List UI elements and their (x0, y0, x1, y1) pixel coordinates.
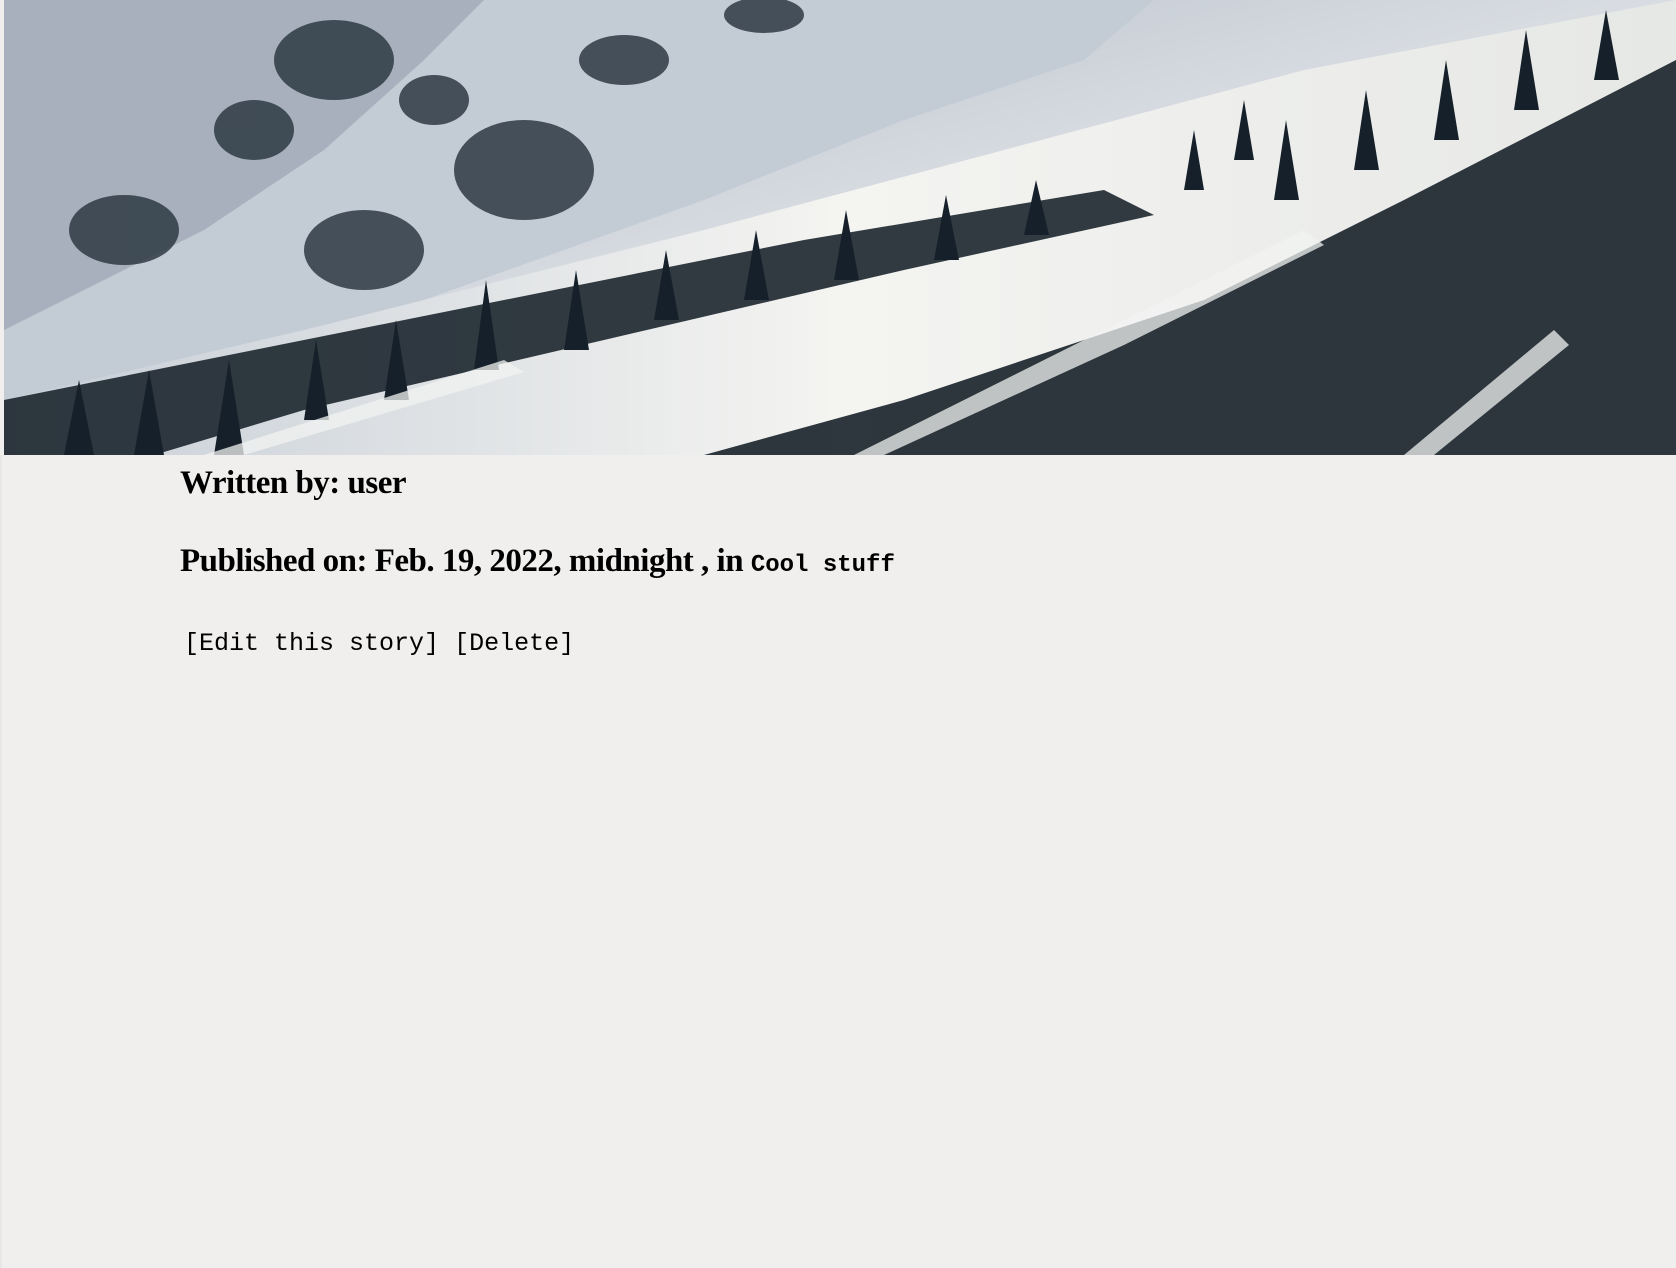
hero-image (4, 0, 1676, 455)
edit-story-link[interactable]: [Edit this story] (184, 629, 439, 658)
story-meta: Written by: user Published on: Feb. 19, … (180, 455, 1580, 662)
category-label: Cool stuff (750, 552, 895, 579)
delete-story-link[interactable]: [Delete] (454, 629, 574, 658)
published-date: Feb. 19, 2022, midnight (374, 543, 694, 579)
author-name: user (347, 465, 407, 501)
published-prefix: Published on: (180, 543, 375, 579)
byline-prefix: Written by: (180, 465, 348, 501)
story-actions: [Edit this story] [Delete] (184, 626, 1580, 662)
category-separator: , in (693, 543, 751, 579)
publish-info: Published on: Feb. 19, 2022, midnight , … (180, 539, 1580, 588)
mountain-illustration (4, 0, 1676, 455)
left-gutter (0, 455, 2, 1268)
byline: Written by: user (180, 461, 1580, 505)
